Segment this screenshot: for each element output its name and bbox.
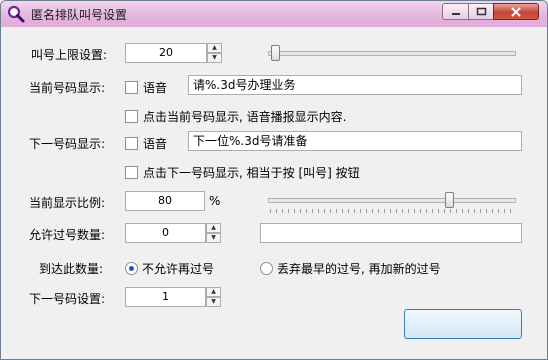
minimize-icon [451,12,460,15]
spin-down-icon[interactable]: ▼ [207,53,222,63]
confirm-button[interactable] [404,309,522,339]
title-bar: 匿名排队叫号设置 [1,1,547,27]
display-ratio-slider-track[interactable] [268,198,516,203]
minimize-button[interactable] [442,3,469,20]
spin-down-icon[interactable]: ▼ [206,297,221,307]
spin-up-icon[interactable]: ▲ [206,287,221,297]
call-limit-input[interactable]: 20 [125,43,207,63]
current-click-checkbox[interactable] [125,110,138,123]
no-more-skips-radio[interactable] [125,262,138,275]
next-voice-checkbox[interactable] [125,137,138,150]
no-more-skips-label: 不允许再过号 [142,262,215,276]
current-number-label: 当前号码显示: [29,81,106,95]
next-setting-label: 下一号码设置: [29,292,106,306]
search-magnifier-icon [7,5,25,23]
close-button[interactable] [493,3,539,20]
call-limit-slider-thumb[interactable] [271,45,280,61]
close-icon [511,6,521,17]
spin-down-icon[interactable]: ▼ [206,233,221,243]
maximize-button[interactable] [468,3,494,20]
display-ratio-slider-ticks [270,209,514,213]
display-ratio-unit: % [209,194,221,208]
current-voice-label: 语音 [143,81,168,95]
call-limit-slider-track[interactable] [268,51,516,56]
next-number-label: 下一号码显示: [29,137,106,151]
display-ratio-input[interactable]: 80 [125,191,205,211]
settings-window: 匿名排队叫号设置 叫号上限设置: 20 ▲ ▼ 当前号码显示: 语音 请%.3d… [0,0,548,360]
spin-up-icon[interactable]: ▲ [207,43,222,53]
maximize-icon [476,7,486,16]
allowed-skips-label: 允许过号数量: [29,228,106,242]
display-ratio-label: 当前显示比例: [29,196,106,210]
spin-up-icon[interactable]: ▲ [206,223,221,233]
next-click-checkbox[interactable] [125,166,138,179]
allowed-skips-input[interactable]: 0 [125,223,206,243]
on-reach-label: 到达此数量: [39,262,104,276]
next-number-text-field[interactable]: 下一位%.3d号请准备 [188,131,522,151]
current-voice-checkbox[interactable] [125,81,138,94]
next-voice-label: 语音 [143,137,168,151]
window-title: 匿名排队叫号设置 [31,8,128,22]
display-ratio-slider-thumb[interactable] [445,192,454,208]
call-limit-label: 叫号上限设置: [31,48,108,62]
current-number-text-field[interactable]: 请%.3d号办理业务 [188,75,522,95]
allowed-skips-text-field[interactable] [260,223,522,243]
next-click-label: 点击下一号码显示, 相当于按 [叫号] 按钮 [143,166,360,180]
current-click-label: 点击当前号码显示, 语音播报显示内容. [143,110,347,124]
discard-oldest-label: 丢弃最早的过号, 再加新的过号 [277,262,441,276]
next-setting-input[interactable]: 1 [125,287,206,307]
discard-oldest-radio[interactable] [260,262,273,275]
client-area: 叫号上限设置: 20 ▲ ▼ 当前号码显示: 语音 请%.3d号办理业务 点击当… [9,27,539,351]
